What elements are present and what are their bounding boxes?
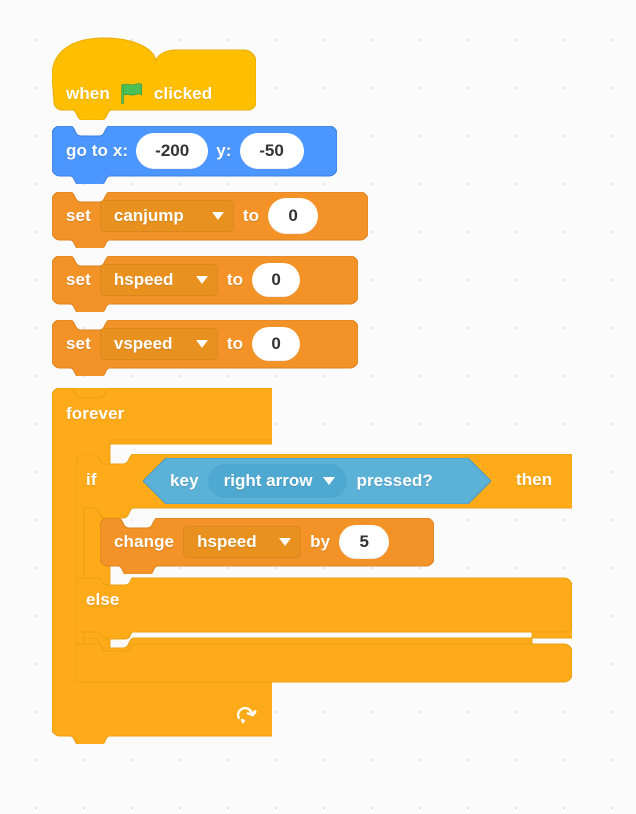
- set-variable-dropdown-canjump[interactable]: canjump: [99, 200, 234, 232]
- set-value-input-vspeed[interactable]: 0: [252, 327, 301, 361]
- set-value-input-hspeed[interactable]: 0: [252, 263, 301, 297]
- clicked-label: clicked: [153, 84, 213, 103]
- scratch-workspace[interactable]: forever if then else key right arrow pre: [0, 0, 636, 814]
- chevron-down-icon: [211, 212, 224, 220]
- go-to-x-input[interactable]: -200: [136, 133, 209, 169]
- set-value-input-canjump[interactable]: 0: [268, 198, 319, 234]
- set-variable-dropdown-vspeed[interactable]: vspeed: [99, 328, 218, 360]
- else-label: else: [86, 590, 120, 609]
- go-to-y-label: y:: [216, 141, 232, 160]
- set-preposition-label-hspeed: to: [226, 270, 244, 289]
- set-verb-label-canjump: set: [66, 206, 91, 225]
- change-amount-input[interactable]: 5: [339, 525, 390, 559]
- set-variable-block-vspeed[interactable]: set vspeed to 0: [52, 320, 358, 376]
- set-verb-label-hspeed: set: [66, 270, 91, 289]
- change-verb-label: change: [114, 532, 175, 551]
- key-pressed-predicate-block[interactable]: key right arrow pressed?: [143, 458, 491, 504]
- set-variable-block-canjump[interactable]: set canjump to 0: [52, 192, 368, 248]
- set-verb-label-vspeed: set: [66, 334, 91, 353]
- key-option-value: right arrow: [223, 471, 313, 490]
- key-pressed-prefix-label: key: [170, 471, 199, 490]
- forever-label: forever: [66, 404, 125, 423]
- change-variable-value: hspeed: [197, 532, 257, 551]
- when-flag-clicked-block[interactable]: when clicked: [52, 36, 256, 120]
- go-to-y-input[interactable]: -50: [239, 133, 304, 169]
- key-option-dropdown[interactable]: right arrow: [207, 464, 348, 498]
- set-variable-value-vspeed: vspeed: [113, 334, 173, 353]
- set-variable-block-hspeed[interactable]: set hspeed to 0: [52, 256, 358, 312]
- set-variable-dropdown-hspeed[interactable]: hspeed: [99, 264, 218, 296]
- if-label: if: [86, 470, 97, 489]
- when-label: when: [66, 84, 110, 103]
- set-variable-value-hspeed: hspeed: [113, 270, 174, 289]
- green-flag-icon: [121, 83, 142, 105]
- then-label: then: [516, 470, 553, 489]
- go-to-xy-block[interactable]: go to x: -200 y: -50: [52, 126, 337, 184]
- set-variable-value-canjump: canjump: [113, 206, 184, 225]
- loop-arrow-icon: [237, 707, 257, 724]
- chevron-down-icon: [195, 340, 208, 348]
- change-preposition-label: by: [310, 532, 331, 551]
- chevron-down-icon: [195, 276, 208, 284]
- key-pressed-suffix-label: pressed?: [356, 471, 433, 490]
- chevron-down-icon: [323, 477, 336, 485]
- set-preposition-label-vspeed: to: [226, 334, 244, 353]
- change-variable-dropdown[interactable]: hspeed: [183, 526, 302, 558]
- change-variable-block[interactable]: change hspeed by 5: [100, 518, 434, 574]
- chevron-down-icon: [279, 538, 292, 546]
- set-preposition-label-canjump: to: [242, 206, 260, 225]
- go-to-x-label: go to x:: [66, 141, 129, 160]
